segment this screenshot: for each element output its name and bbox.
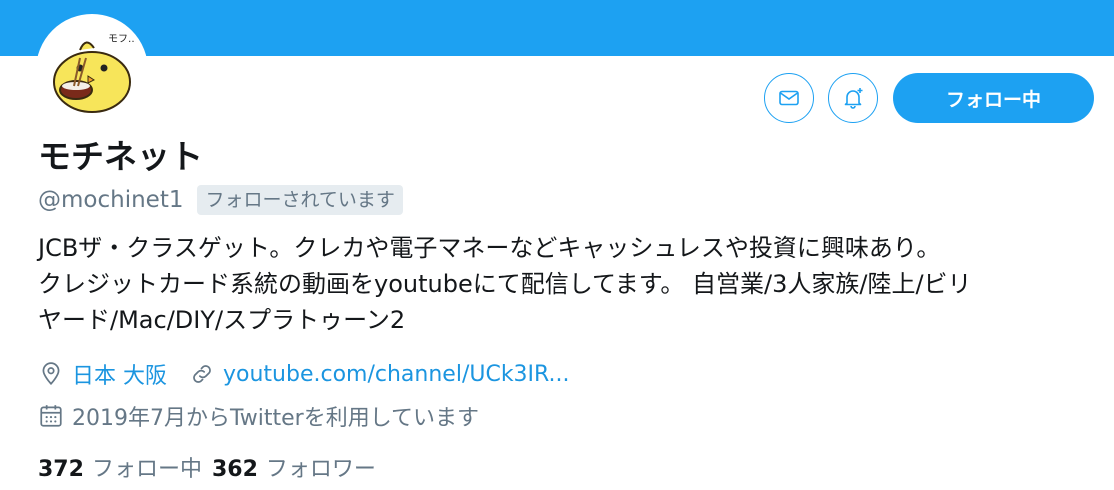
website[interactable]: youtube.com/channel/UCk3IR...	[189, 361, 570, 387]
location[interactable]: 日本 大阪	[38, 358, 167, 390]
profile-stats: 372 フォロー中 362 フォロワー	[38, 449, 386, 485]
profile-bio: JCBザ・クラスゲット。クレカや電子マネーなどキャッシュレスや投資に興味あり。 …	[38, 230, 1088, 338]
handle-row: @mochinet1 フォローされています	[38, 182, 403, 218]
profile-name: モチネット	[38, 137, 203, 176]
following-label: フォロー中	[91, 457, 202, 482]
profile-banner[interactable]	[0, 0, 1114, 56]
profile-avatar[interactable]: モフ…	[36, 14, 148, 126]
followers-stat[interactable]: 362 フォロワー	[212, 451, 376, 483]
bio-line: ヤード/Mac/DIY/スプラトゥーン2	[38, 306, 406, 334]
bell-plus-icon	[844, 88, 863, 109]
following-button[interactable]: フォロー中	[893, 73, 1094, 123]
profile-meta: 日本 大阪 youtube.com/channel/UCk3IR...	[38, 356, 592, 392]
svg-text:モフ…: モフ…	[108, 34, 138, 45]
bio-line: クレジットカード系統の動画をyoutubeにて配信してます。 自営業/3人家族/…	[38, 270, 972, 298]
following-count: 372	[38, 457, 84, 482]
notifications-button[interactable]	[828, 73, 878, 123]
follows-you-badge: フォローされています	[197, 185, 403, 215]
mail-icon	[779, 90, 799, 106]
bio-line: JCBザ・クラスゲット。クレカや電子マネーなどキャッシュレスや投資に興味あり。	[38, 234, 941, 262]
location-text[interactable]: 日本 大阪	[72, 358, 167, 390]
following-stat[interactable]: 372 フォロー中	[38, 451, 202, 483]
profile-handle: @mochinet1	[38, 187, 184, 213]
followers-count: 362	[211, 457, 258, 482]
message-button[interactable]	[764, 73, 814, 123]
calendar-icon	[40, 405, 62, 427]
joined-date: 2019年7月からTwitterを利用しています	[38, 398, 479, 434]
chick-mascot-icon: モフ…	[53, 34, 138, 113]
location-pin-icon	[42, 362, 60, 386]
joined-text: 2019年7月からTwitterを利用しています	[72, 406, 480, 431]
followers-label: フォロワー	[265, 457, 376, 482]
link-icon	[193, 365, 211, 383]
website-link[interactable]: youtube.com/channel/UCk3IR...	[223, 362, 570, 387]
